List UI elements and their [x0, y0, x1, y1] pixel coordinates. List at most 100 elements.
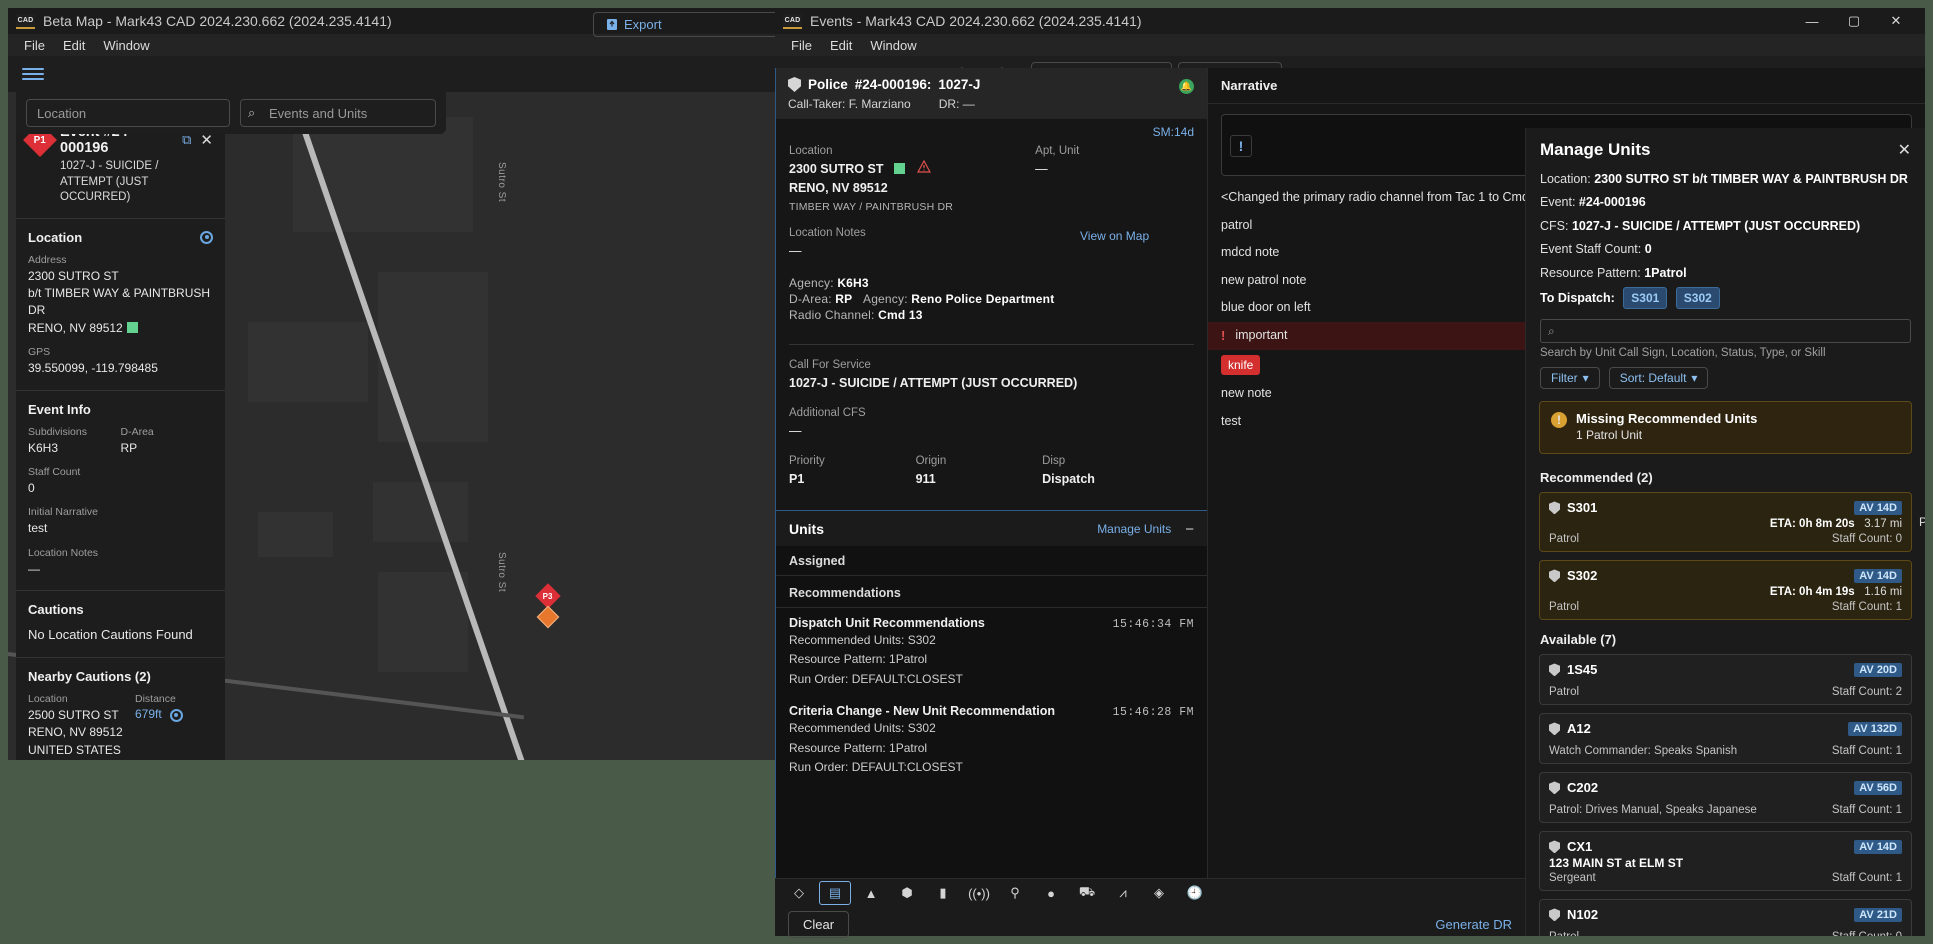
locate-icon[interactable] — [200, 230, 213, 244]
maximize-button[interactable]: ▢ — [1833, 8, 1875, 34]
map-block — [378, 272, 488, 442]
warning-icon: ! — [1551, 412, 1567, 429]
vitals-icon[interactable]: ⩘ — [1107, 881, 1139, 905]
recommendation-time: 15:46:34 FM — [1112, 617, 1194, 631]
status-actions-row: Clear Generate DR — [775, 907, 1525, 942]
sm-badge[interactable]: SM:14d — [776, 119, 1207, 141]
mu-cfs: CFS: 1027-J - SUICIDE / ATTEMPT (JUST OC… — [1540, 218, 1861, 233]
units-header: Units Manage Units − — [776, 509, 1207, 546]
dispatch-chip-s301[interactable]: S301 — [1623, 286, 1668, 310]
nearby-cautions-section: Nearby Cautions (2) Location Distance 25… — [16, 658, 225, 760]
view-on-map-link[interactable]: View on Map — [1080, 229, 1149, 243]
geo-verified-icon — [893, 163, 905, 174]
unit-card-s301[interactable]: S301 AV 14D ETA: 0h 8m 20s 3.17 mi Patro… — [1539, 492, 1925, 553]
menu-window[interactable]: Window — [870, 38, 916, 53]
diamond-icon[interactable]: ◇ — [783, 881, 815, 905]
recommendation-item[interactable]: Dispatch Unit Recommendations 15:46:34 F… — [776, 608, 1207, 693]
unit-card-cx1[interactable]: CX1 AV 14D 123 MAIN ST at ELM ST Sergean… — [1539, 831, 1912, 892]
events-units-search-input[interactable] — [240, 99, 436, 127]
menu-edit[interactable]: Edit — [830, 38, 852, 53]
mu-event: Event: #24-000196 — [1540, 195, 1646, 210]
recommendation-item[interactable]: Criteria Change - New Unit Recommendatio… — [776, 693, 1207, 781]
unit-staff-count: Staff Count: 0 — [1831, 533, 1902, 546]
open-external-icon[interactable]: ⧉ — [182, 132, 191, 148]
apt-unit-value: — — [1035, 162, 1048, 176]
unit-search-input[interactable]: ⌕ — [1540, 319, 1911, 344]
history-icon[interactable]: 🕘 — [1179, 881, 1211, 905]
nearby-cautions-heading: Nearby Cautions (2) — [28, 668, 151, 684]
event-detail-meta: Call-Taker: F. Marziano DR: — — [788, 97, 1195, 111]
menu-edit[interactable]: Edit — [63, 38, 85, 53]
dr-value: DR: — — [938, 97, 975, 111]
location-input[interactable] — [26, 99, 230, 127]
unit-card-n102[interactable]: N102 AV 21D Patrol Staff Count: 0 — [1539, 899, 1912, 936]
apt-unit-label: Apt, Unit — [1035, 145, 1080, 157]
event-detail-scroll[interactable]: SM:14d Location 2300 SUTRO ST RENO, NV 8… — [776, 119, 1207, 510]
narrative-tag: knife — [1221, 354, 1261, 376]
filter-button[interactable]: Filter ▾ — [1540, 367, 1600, 390]
disp-value: Dispatch — [1042, 471, 1095, 486]
narrative-heading: Narrative — [1208, 68, 1925, 104]
caution-line-2: RENO, NV 89512 — [28, 725, 123, 740]
hazard-diamond-icon[interactable]: ◈ — [1143, 881, 1175, 905]
events-title: Events - Mark43 CAD 2024.230.662 (2024.2… — [810, 13, 1142, 29]
origin-value: 911 — [915, 471, 936, 486]
events-window: CAD Events - Mark43 CAD 2024.230.662 (20… — [775, 8, 1925, 938]
dispatch-chip-s302[interactable]: S302 — [1675, 286, 1720, 310]
map-marker-caution[interactable] — [536, 605, 560, 629]
clear-button[interactable]: Clear — [788, 911, 850, 938]
document-icon[interactable]: ▮ — [927, 881, 959, 905]
recommendation-time: 15:46:28 FM — [1112, 705, 1194, 719]
caution-line-3: UNITED STATES — [28, 742, 121, 757]
cautions-empty-text: No Location Cautions Found — [28, 627, 193, 643]
unit-card-s302[interactable]: S302 AV 14D ETA: 0h 4m 19s 1.16 mi Patro… — [1539, 560, 1912, 621]
person-icon[interactable]: ● — [1035, 881, 1067, 905]
unit-card-a12[interactable]: A12 AV 132D Watch Commander: Speaks Span… — [1539, 713, 1912, 765]
units-assigned-label: Assigned — [776, 546, 1207, 576]
hamburger-icon[interactable] — [22, 68, 44, 80]
generate-dr-button[interactable]: Generate DR — [1435, 917, 1512, 932]
broadcast-icon[interactable]: ((•)) — [963, 881, 995, 905]
unit-card-c202[interactable]: C202 AV 56D Patrol: Drives Manual, Speak… — [1539, 772, 1912, 824]
unit-staff-count: Staff Count: 1 — [1831, 804, 1902, 817]
menu-window[interactable]: Window — [103, 38, 149, 53]
unit-staff-count: Staff Count: 1 — [1831, 601, 1902, 614]
minimize-button[interactable]: — — [1791, 8, 1833, 34]
nearby-caution-row[interactable]: 2500 SUTRO ST RENO, NV 89512 UNITED STAT… — [28, 707, 213, 759]
menu-file[interactable]: File — [24, 38, 45, 53]
shield-outline-icon[interactable]: ⬢ — [891, 881, 923, 905]
notification-bell-icon[interactable]: 🔔 — [1179, 79, 1194, 94]
close-icon[interactable]: ✕ — [1898, 140, 1911, 160]
pedestrian-icon[interactable]: ⚲ — [999, 881, 1031, 905]
caution-locate-icon[interactable] — [169, 708, 183, 722]
units-recommendations-label: Recommendations — [776, 576, 1207, 608]
shield-icon — [788, 77, 801, 92]
unit-call-sign: CX1 — [1567, 839, 1593, 855]
gps-label: GPS — [28, 346, 51, 359]
cfs-value: 1027-J - SUICIDE / ATTEMPT (JUST OCCURRE… — [789, 376, 1078, 391]
sort-button[interactable]: Sort: Default ▾ — [1608, 367, 1709, 390]
missing-title: Missing Recommended Units — [1576, 411, 1758, 427]
menu-file[interactable]: File — [791, 38, 812, 53]
minus-icon[interactable]: − — [1185, 521, 1194, 538]
nearby-col-distance: Distance — [135, 692, 176, 705]
events-body: Police #24-000196: 1027-J Call-Taker: F.… — [775, 68, 1925, 936]
address-line-2: b/t TIMBER WAY & PAINTBRUSH DR — [28, 285, 211, 318]
events-menubar: File Edit Window — [775, 34, 1925, 56]
unit-call-sign: 1S45 — [1567, 662, 1598, 678]
hazard-warning-icon[interactable] — [917, 159, 932, 176]
manage-units-link[interactable]: Manage Units — [1097, 522, 1171, 536]
detail-location-section: Location 2300 SUTRO ST RENO, NV 89512 TI… — [776, 141, 1207, 334]
recommendation-title: Dispatch Unit Recommendations — [789, 615, 985, 630]
darea-label: D-Area — [120, 425, 154, 438]
mu-resource-pattern: Resource Pattern: 1Patrol — [1540, 265, 1687, 280]
subdivisions-label: Subdivisions — [28, 425, 87, 438]
unit-card-1s45[interactable]: 1S45 AV 20D Patrol Staff Count: 2 — [1539, 654, 1912, 706]
exclamation-icon[interactable]: ! — [1230, 135, 1252, 157]
warning-icon[interactable]: ▲ — [855, 881, 887, 905]
close-button[interactable]: ✕ — [1875, 8, 1917, 34]
vehicle-icon[interactable]: ⛟ — [1071, 881, 1103, 905]
availability-badge: AV 20D — [1854, 662, 1902, 677]
license-plate-icon[interactable]: ▤ — [819, 881, 851, 905]
recommendation-pattern: Resource Pattern: 1Patrol — [789, 652, 928, 667]
